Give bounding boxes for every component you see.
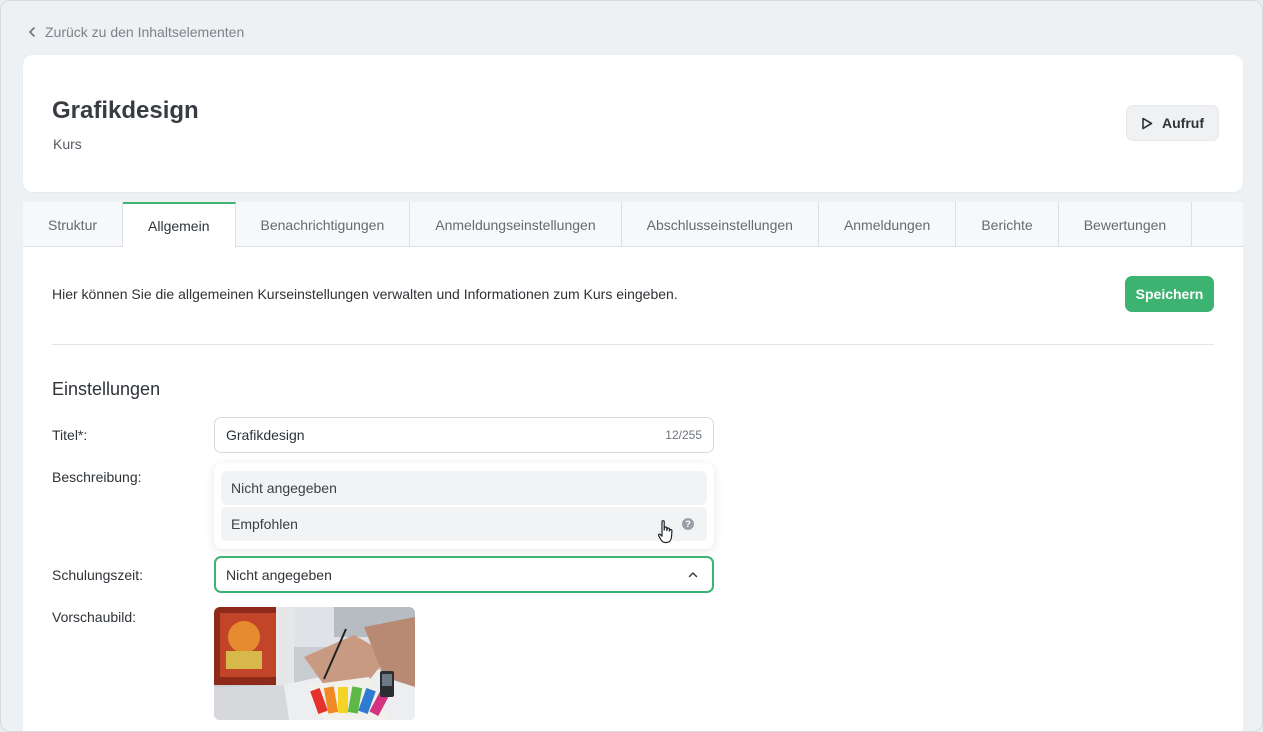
tab-abschlusseinstellungen[interactable]: Abschlusseinstellungen xyxy=(622,202,819,247)
tab-bewertungen[interactable]: Bewertungen xyxy=(1059,202,1193,247)
back-link[interactable]: Zurück zu den Inhaltselementen xyxy=(27,23,244,41)
divider xyxy=(52,344,1214,345)
training-time-select[interactable]: Nicht angegeben xyxy=(214,556,714,593)
play-icon xyxy=(1142,117,1153,129)
tab-bar: Struktur Allgemein Benachrichtigungen An… xyxy=(23,202,1243,248)
dropdown-option-label: Empfohlen xyxy=(231,516,298,532)
section-title: Einstellungen xyxy=(52,379,161,399)
tab-anmeldungseinstellungen[interactable]: Anmeldungseinstellungen xyxy=(410,202,622,247)
app-frame: Zurück zu den Inhaltselementen Grafikdes… xyxy=(0,0,1263,732)
preview-image-label: Vorschaubild: xyxy=(52,609,137,625)
tab-anmeldungen[interactable]: Anmeldungen xyxy=(819,202,957,247)
launch-button[interactable]: Aufruf xyxy=(1126,105,1219,141)
dropdown-option-not-specified[interactable]: Nicht angegeben xyxy=(221,471,707,505)
title-input[interactable]: Grafikdesign 12/255 xyxy=(214,417,714,453)
save-button[interactable]: Speichern xyxy=(1125,276,1214,312)
chevron-up-icon xyxy=(688,572,698,578)
settings-card: Struktur Allgemein Benachrichtigungen An… xyxy=(23,202,1243,731)
page-title: Grafikdesign xyxy=(52,97,199,124)
title-input-value: Grafikdesign xyxy=(226,427,305,443)
training-time-label: Schulungszeit: xyxy=(52,567,144,583)
chevron-left-icon xyxy=(29,27,35,37)
help-icon[interactable]: ? xyxy=(682,518,694,530)
launch-button-label: Aufruf xyxy=(1162,115,1204,131)
tab-struktur[interactable]: Struktur xyxy=(23,202,124,247)
title-label: Titel*: xyxy=(52,427,88,443)
hand-cursor-icon xyxy=(657,520,673,544)
tab-berichte[interactable]: Berichte xyxy=(956,202,1059,247)
page-subtitle: Kurs xyxy=(53,136,82,152)
training-time-dropdown: Nicht angegeben Empfohlen ? xyxy=(214,463,714,549)
tab-allgemein[interactable]: Allgemein xyxy=(123,202,236,248)
preview-photo xyxy=(214,607,415,720)
description-label: Beschreibung: xyxy=(52,469,142,485)
course-header: Grafikdesign Kurs Aufruf xyxy=(23,55,1243,192)
training-time-value: Nicht angegeben xyxy=(226,566,332,583)
dropdown-option-recommended[interactable]: Empfohlen ? xyxy=(221,507,707,544)
title-char-counter: 12/255 xyxy=(665,428,702,442)
intro-text: Hier können Sie die allgemeinen Kurseins… xyxy=(52,286,678,302)
tab-benachrichtigungen[interactable]: Benachrichtigungen xyxy=(236,202,411,247)
preview-image[interactable] xyxy=(214,607,415,720)
back-link-label: Zurück zu den Inhaltselementen xyxy=(45,24,245,40)
